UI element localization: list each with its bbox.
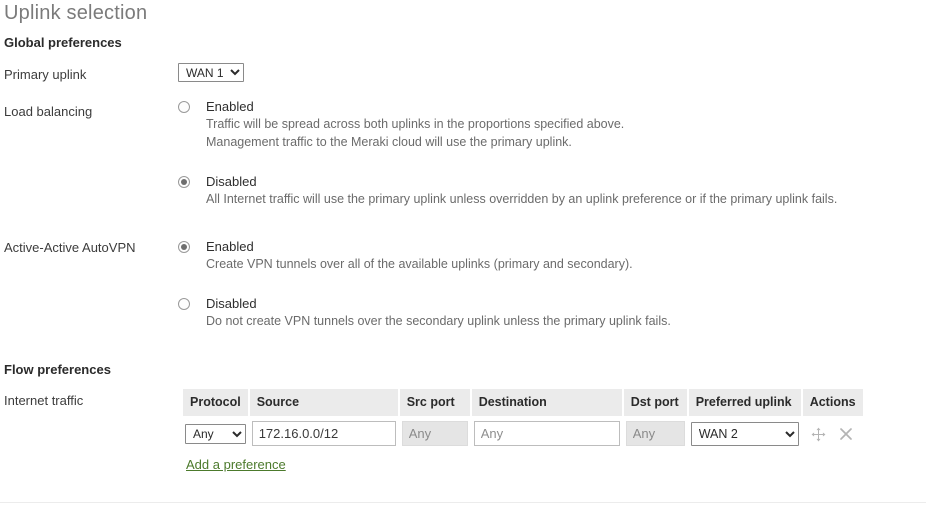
dst-port-input: [625, 421, 685, 446]
load-balancing-option-disabled[interactable]: Disabled All Internet traffic will use t…: [178, 173, 837, 208]
bottom-divider: [0, 502, 926, 503]
radio-label-disabled: Disabled: [206, 296, 257, 311]
radio-description-line-2: Management traffic to the Meraki cloud w…: [206, 135, 572, 149]
active-active-autovpn-label: Active-Active AutoVPN: [4, 240, 136, 255]
cell-preferred-uplink: WAN 2: [688, 416, 801, 450]
section-heading-flow-preferences: Flow preferences: [4, 362, 111, 377]
load-balancing-option-enabled[interactable]: Enabled Traffic will be spread across bo…: [178, 98, 837, 151]
radio-label-enabled: Enabled: [206, 239, 254, 254]
column-header-destination: Destination: [471, 389, 622, 416]
radio-button-enabled[interactable]: [178, 241, 190, 253]
cell-source: [249, 416, 398, 450]
load-balancing-radio-group: Enabled Traffic will be spread across bo…: [178, 98, 837, 208]
internet-traffic-label: Internet traffic: [4, 393, 84, 408]
preferred-uplink-select[interactable]: WAN 2: [690, 421, 799, 446]
cell-actions: [802, 416, 863, 450]
column-header-protocol: Protocol: [183, 389, 248, 416]
cell-protocol: Any: [183, 416, 248, 450]
radio-description-line-1: Do not create VPN tunnels over the secon…: [206, 314, 671, 328]
autovpn-option-disabled[interactable]: Disabled Do not create VPN tunnels over …: [178, 295, 671, 330]
cell-destination: [471, 416, 622, 450]
autovpn-option-enabled[interactable]: Enabled Create VPN tunnels over all of t…: [178, 238, 671, 273]
radio-label-disabled: Disabled: [206, 174, 257, 189]
column-header-actions: Actions: [802, 389, 863, 416]
primary-uplink-label: Primary uplink: [4, 67, 87, 82]
source-input[interactable]: [251, 421, 396, 446]
column-header-src-port: Src port: [399, 389, 470, 416]
table-header-row: Protocol Source Src port Destination Dst…: [183, 389, 863, 416]
radio-description-line-1: All Internet traffic will use the primar…: [206, 192, 838, 206]
column-header-source: Source: [249, 389, 398, 416]
internet-traffic-table: Protocol Source Src port Destination Dst…: [181, 389, 865, 450]
radio-button-disabled[interactable]: [178, 298, 190, 310]
load-balancing-label: Load balancing: [4, 104, 93, 119]
radio-button-enabled[interactable]: [178, 101, 190, 113]
uplink-selection-page: Uplink selection Global preferences Prim…: [0, 0, 926, 513]
src-port-input: [401, 421, 468, 446]
primary-uplink-select[interactable]: WAN 1: [178, 63, 244, 82]
cell-dst-port: [623, 416, 687, 450]
table-row: Any WAN 2: [183, 416, 863, 450]
move-arrows-icon[interactable]: [811, 427, 826, 442]
destination-input[interactable]: [473, 421, 620, 446]
section-heading-global-preferences: Global preferences: [4, 35, 122, 50]
radio-description-line-1: Traffic will be spread across both uplin…: [206, 117, 625, 131]
column-header-preferred-uplink: Preferred uplink: [688, 389, 801, 416]
column-header-dst-port: Dst port: [623, 389, 687, 416]
active-active-autovpn-radio-group: Enabled Create VPN tunnels over all of t…: [178, 238, 671, 330]
radio-description-line-1: Create VPN tunnels over all of the avail…: [206, 257, 633, 271]
close-x-icon[interactable]: [839, 427, 853, 441]
add-preference-link[interactable]: Add a preference: [186, 456, 286, 473]
radio-button-disabled[interactable]: [178, 176, 190, 188]
page-title: Uplink selection: [4, 2, 148, 24]
protocol-select[interactable]: Any: [185, 423, 246, 444]
radio-label-enabled: Enabled: [206, 99, 254, 114]
cell-src-port: [399, 416, 470, 450]
